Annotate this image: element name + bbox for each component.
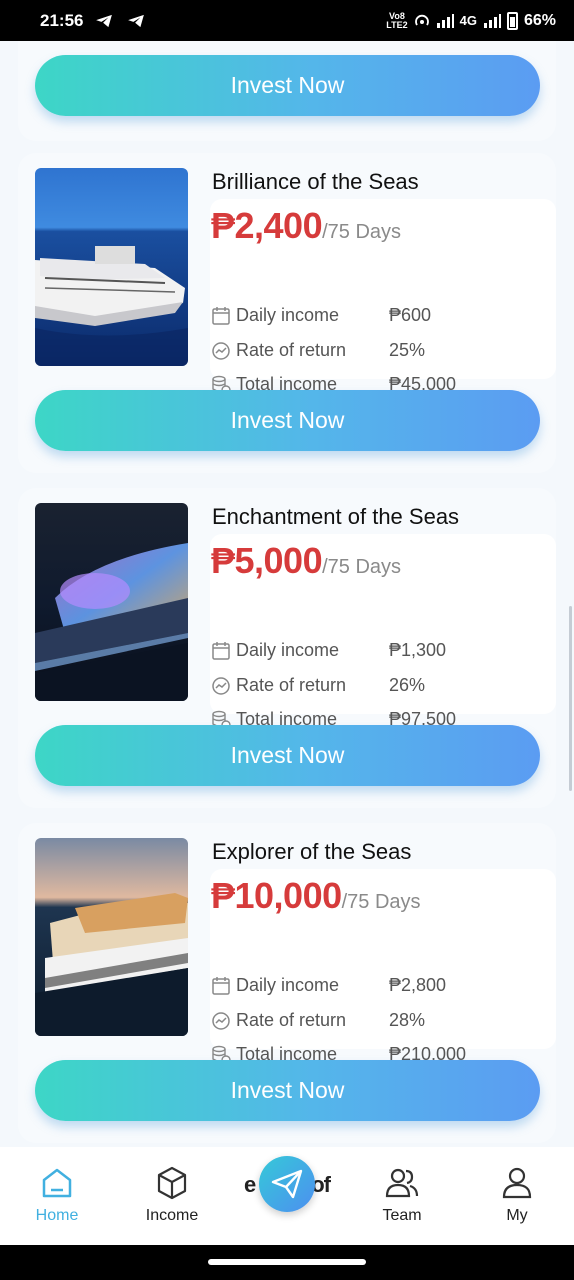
home-icon [42,1168,72,1198]
daily-income-value: ₱600 [389,305,432,325]
user-icon [502,1167,532,1199]
telegram-center-button[interactable] [259,1156,315,1212]
battery-icon [506,11,518,30]
daily-income-label: Daily income [236,975,340,995]
team-icon [385,1168,419,1198]
price-amount: ₱2,400 [211,205,323,246]
invest-now-button[interactable]: Invest Now [35,725,540,786]
rate-label: Rate of return [236,340,347,360]
product-price: ₱5,000 /75 Days [211,540,401,582]
rate-value: 26% [389,675,426,695]
daily-income-row: Daily income ₱600 [211,305,431,326]
daily-income-value: ₱2,800 [389,975,447,995]
tab-label: Team [382,1207,422,1224]
rate-value: 28% [389,1010,426,1030]
product-card: Explorer of the Seas ₱10,000 /75 Days Da… [18,823,556,1143]
daily-income-row: Daily income ₱2,800 [211,975,446,996]
volte-indicator: Vo8 LTE2 [386,10,408,30]
rate-label: Rate of return [236,1010,347,1030]
tab-home[interactable]: Home [12,1165,102,1225]
tab-income[interactable]: Income [127,1165,217,1225]
trend-icon [211,676,231,696]
status-right-group: Vo8 LTE2 4G 66% [386,10,556,30]
network-type: 4G [459,13,477,28]
paper-plane-icon [271,1169,303,1199]
price-period: /75 Days [322,221,402,243]
rate-row: Rate of return 25% [211,340,425,361]
rate-row: Rate of return 28% [211,1010,425,1031]
daily-income-label: Daily income [236,305,340,325]
price-amount: ₱10,000 [211,875,342,916]
tab-team[interactable]: Team [357,1165,447,1225]
tab-label: Income [145,1207,199,1224]
product-card: Brilliance of the Seas ₱2,400 /75 Days D… [18,153,556,473]
product-title: Explorer of the Seas [212,839,412,864]
status-time: 21:56 [40,10,84,30]
daily-income-row: Daily income ₱1,300 [211,640,446,661]
daily-income-value: ₱1,300 [389,640,447,660]
status-bar: 21:56 Vo8 LTE2 4G 66% [0,0,574,41]
price-amount: ₱5,000 [211,540,323,581]
tab-label: My [506,1207,528,1224]
rate-row: Rate of return 26% [211,675,425,696]
product-title: Enchantment of the Seas [212,504,460,529]
trend-icon [211,1011,231,1031]
hotspot-icon [414,14,429,25]
product-title: Brilliance of the Seas [212,169,419,194]
invest-now-button[interactable]: Invest Now [35,55,540,116]
price-period: /75 Days [341,891,421,913]
battery-percent: 66% [523,11,556,29]
product-price: ₱10,000 /75 Days [211,875,421,917]
invest-now-button[interactable]: Invest Now [35,1060,540,1121]
rate-label: Rate of return [236,675,347,695]
price-period: /75 Days [322,556,402,578]
product-card: Enchantment of the Seas ₱5,000 /75 Days … [18,488,556,808]
cube-icon [157,1166,187,1200]
daily-income-label: Daily income [236,640,340,660]
tab-label: Home [35,1207,79,1224]
telegram-icon [128,14,145,27]
product-price: ₱2,400 /75 Days [211,205,401,247]
tab-my[interactable]: My [472,1165,562,1225]
scrollbar[interactable] [569,606,572,791]
signal-icon [483,14,501,28]
ship-image [35,168,188,366]
ship-image [35,503,188,701]
calendar-icon [211,641,231,661]
invest-now-button[interactable]: Invest Now [35,390,540,451]
calendar-icon [211,976,231,996]
product-list[interactable]: Invest Now Brilliance of the Seas ₱2,400… [0,41,574,1147]
trend-icon [211,341,231,361]
rate-value: 25% [389,340,426,360]
calendar-icon [211,306,231,326]
signal-icon [436,14,454,28]
home-gesture-pill[interactable] [208,1259,366,1265]
system-nav-bar [0,1245,574,1280]
telegram-icon [96,14,113,27]
ship-image [35,838,188,1036]
